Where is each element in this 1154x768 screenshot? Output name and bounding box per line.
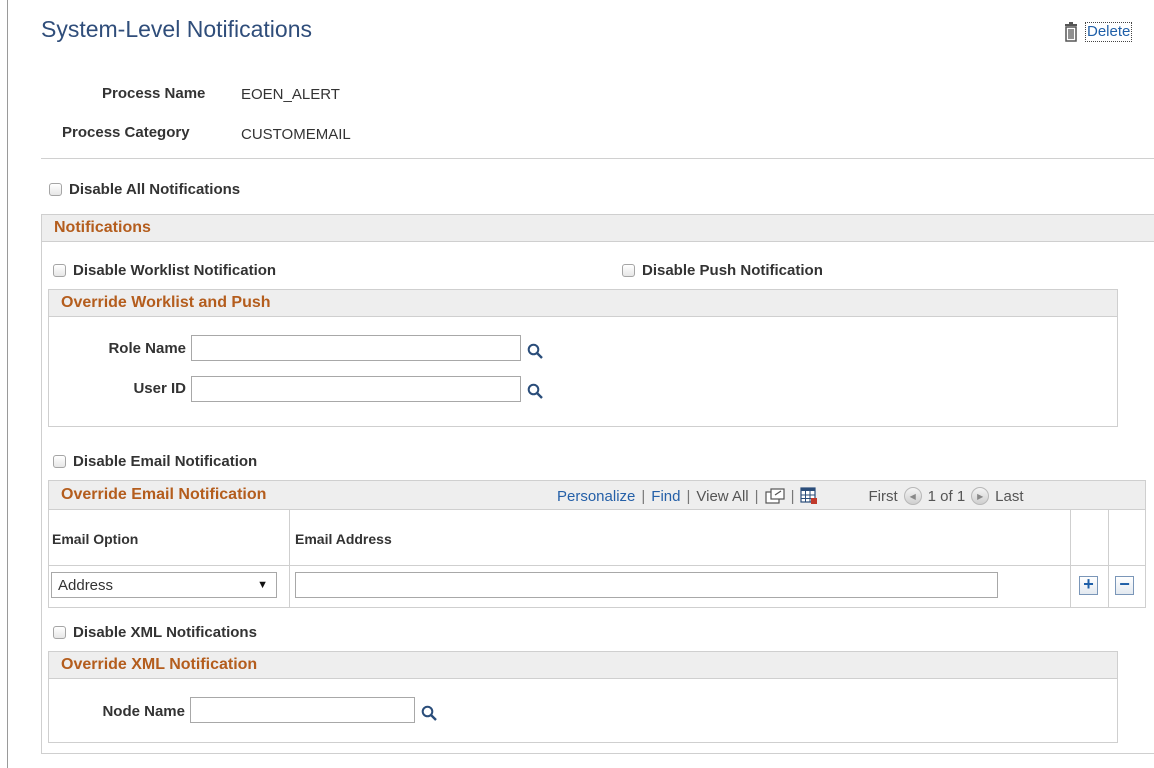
email-option-value: Address bbox=[58, 576, 114, 594]
disable-email-label: Disable Email Notification bbox=[73, 453, 258, 470]
role-name-label: Role Name bbox=[108, 340, 186, 357]
process-name-value: EOEN_ALERT bbox=[241, 86, 340, 103]
right-arrow-icon[interactable]: ▶ bbox=[971, 487, 990, 505]
new-window-icon[interactable] bbox=[764, 488, 785, 504]
delete-link[interactable]: Delete bbox=[1085, 22, 1133, 42]
disable-email-checkbox-row[interactable]: Disable Email Notification bbox=[53, 453, 257, 470]
grid-toolbar: Personalize | Find | View All | | First … bbox=[557, 487, 1024, 505]
node-name-label: Node Name bbox=[102, 703, 185, 720]
minus-icon[interactable]: − bbox=[1115, 575, 1134, 595]
role-name-lookup-icon[interactable] bbox=[527, 343, 543, 359]
trash-icon[interactable] bbox=[1063, 22, 1079, 42]
node-name-input[interactable] bbox=[190, 697, 415, 723]
override-worklist-header: Override Worklist and Push bbox=[48, 289, 1118, 317]
page-info: 1 of 1 bbox=[927, 487, 966, 505]
spreadsheet-icon[interactable] bbox=[800, 487, 818, 505]
process-category-value: CUSTOMEMAIL bbox=[241, 126, 351, 143]
role-name-input[interactable] bbox=[191, 335, 521, 361]
left-arrow-icon[interactable]: ◀ bbox=[903, 487, 922, 505]
email-address-input[interactable] bbox=[295, 572, 998, 598]
last-label: Last bbox=[995, 487, 1024, 505]
page-title: System-Level Notifications bbox=[41, 16, 312, 42]
disable-xml-checkbox[interactable] bbox=[53, 626, 66, 639]
delete-action[interactable]: Delete bbox=[1063, 22, 1133, 42]
view-all-link[interactable]: View All bbox=[696, 488, 748, 505]
find-link[interactable]: Find bbox=[651, 488, 680, 505]
disable-push-checkbox[interactable] bbox=[622, 264, 635, 277]
node-name-lookup-icon[interactable] bbox=[421, 705, 437, 721]
left-border bbox=[7, 0, 8, 768]
disable-all-label: Disable All Notifications bbox=[69, 181, 241, 198]
disable-worklist-checkbox-row[interactable]: Disable Worklist Notification bbox=[53, 262, 276, 279]
disable-email-checkbox[interactable] bbox=[53, 455, 66, 468]
disable-worklist-checkbox[interactable] bbox=[53, 264, 66, 277]
user-id-label: User ID bbox=[133, 380, 186, 397]
disable-all-checkbox-row[interactable]: Disable All Notifications bbox=[49, 181, 240, 198]
plus-icon[interactable]: + bbox=[1079, 575, 1098, 595]
disable-xml-checkbox-row[interactable]: Disable XML Notifications bbox=[53, 624, 257, 641]
first-label: First bbox=[868, 487, 898, 505]
process-category-label: Process Category bbox=[62, 124, 190, 141]
divider bbox=[41, 158, 1154, 159]
caret-down-icon: ▼ bbox=[257, 579, 268, 591]
disable-worklist-label: Disable Worklist Notification bbox=[73, 262, 277, 279]
disable-push-checkbox-row[interactable]: Disable Push Notification bbox=[622, 262, 823, 279]
notifications-header: Notifications bbox=[41, 214, 1154, 242]
email-option-select[interactable]: Address ▼ bbox=[51, 572, 277, 598]
column-header-email-address[interactable]: Email Address bbox=[295, 531, 392, 547]
process-name-label: Process Name bbox=[102, 85, 206, 102]
user-id-lookup-icon[interactable] bbox=[527, 383, 543, 399]
column-header-email-option[interactable]: Email Option bbox=[52, 531, 138, 547]
disable-all-checkbox[interactable] bbox=[49, 183, 62, 196]
user-id-input[interactable] bbox=[191, 376, 521, 402]
personalize-link[interactable]: Personalize bbox=[557, 488, 635, 505]
override-xml-header: Override XML Notification bbox=[48, 651, 1118, 679]
disable-push-label: Disable Push Notification bbox=[642, 262, 823, 279]
disable-xml-label: Disable XML Notifications bbox=[73, 624, 257, 641]
